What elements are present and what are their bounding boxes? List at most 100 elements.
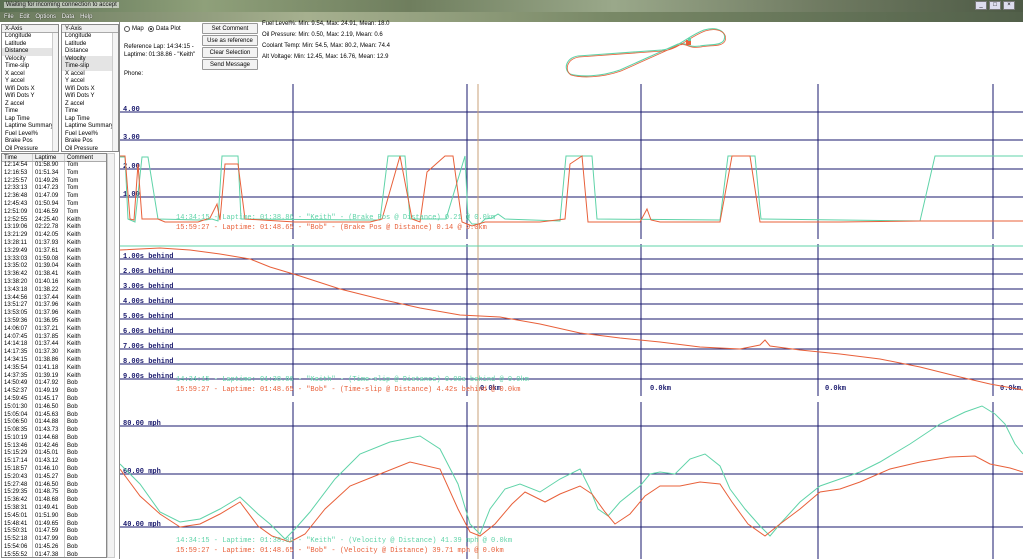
x-axis-item[interactable]: Wifi Dots X — [2, 86, 58, 94]
lap-row[interactable]: 15:01:30 01:46.50 Bob — [2, 403, 106, 412]
lap-row[interactable]: 15:08:35 01:43.73 Bob — [2, 427, 106, 435]
x-axis-item[interactable]: Lap Time — [2, 116, 58, 124]
clear-selection-button[interactable]: Clear Selection — [202, 47, 258, 58]
data-plot-area[interactable]: 4.003.002.001.001.00s behind2.00s behind… — [120, 84, 1023, 559]
y-axis-item[interactable]: Oil Pressure — [62, 146, 118, 152]
menu-help[interactable]: Help — [80, 12, 92, 22]
x-axis-item[interactable]: Wifi Dots Y — [2, 93, 58, 101]
x-axis-item[interactable]: Longitude — [2, 33, 58, 41]
lap-row[interactable]: 13:19:06 02:22.78 Keith — [2, 224, 106, 233]
lap-row[interactable]: 15:48:41 01:49.65 Bob — [2, 520, 106, 529]
lap-row[interactable]: 15:55:52 01:47.38 Bob — [2, 551, 106, 557]
menu-options[interactable]: Options — [35, 12, 56, 22]
lap-row[interactable]: 15:29:35 01:48.75 Bob — [2, 489, 106, 498]
x-axis-item[interactable]: Brake Pos — [2, 138, 58, 146]
minimize-button[interactable]: _ — [975, 1, 987, 10]
x-axis-scrollbar[interactable] — [52, 33, 58, 151]
lap-row[interactable]: 12:52:55 24:25.40 Keith — [2, 216, 106, 225]
lap-row[interactable]: 12:33:13 01:47.23 Tom — [2, 185, 106, 194]
lap-row[interactable]: 13:38:20 01:40.16 Keith — [2, 278, 106, 287]
lap-row[interactable]: 13:33:03 01:59.08 Keith — [2, 255, 106, 264]
y-axis-item[interactable]: Time — [62, 108, 118, 116]
lap-row[interactable]: 13:35:02 01:39.04 Keith — [2, 263, 106, 272]
y-axis-item[interactable]: Y accel — [62, 78, 118, 86]
track-map[interactable] — [560, 24, 730, 80]
plot-panel-2[interactable] — [120, 244, 1023, 396]
lap-row[interactable]: 15:45:01 01:51.90 Bob — [2, 512, 106, 521]
y-axis-item[interactable]: Wifi Dots X — [62, 86, 118, 94]
lap-row[interactable]: 13:59:36 01:36.95 Keith — [2, 317, 106, 326]
maximize-button[interactable]: □ — [989, 1, 1001, 10]
lap-row[interactable]: 14:52:37 01:49.19 Bob — [2, 388, 106, 396]
send-message-button[interactable]: Send Message — [202, 59, 258, 70]
y-axis-item[interactable]: Wifi Dots Y — [62, 93, 118, 101]
lap-row[interactable]: 15:54:06 01:45.26 Bob — [2, 544, 106, 552]
x-axis-list[interactable]: X-Axis Longitude Latitude Distance Velocity… — [1, 24, 59, 152]
lap-row[interactable]: 14:35:54 01:41.18 Keith — [2, 364, 106, 373]
col-time[interactable]: Time — [2, 154, 32, 161]
lap-row[interactable]: 13:51:27 01:37.96 Keith — [2, 302, 106, 311]
lap-row[interactable]: 15:13:46 01:42.46 Bob — [2, 442, 106, 451]
lap-table-scrollbar[interactable] — [107, 153, 115, 558]
lap-row[interactable]: 13:44:56 01:37.44 Keith — [2, 294, 106, 303]
y-axis-item[interactable]: X accel — [62, 71, 118, 79]
lap-row[interactable]: 15:05:04 01:45.63 Bob — [2, 411, 106, 420]
lap-row[interactable]: 15:38:31 01:49.41 Bob — [2, 505, 106, 513]
y-axis-item[interactable]: Latitude — [62, 41, 118, 49]
set-comment-button[interactable]: Set Comment — [202, 23, 258, 34]
y-axis-item[interactable]: Velocity — [62, 55, 118, 63]
menu-data[interactable]: Data — [62, 12, 75, 22]
lap-row[interactable]: 14:17:35 01:37.30 Keith — [2, 349, 106, 357]
lap-table[interactable]: Time Laptime Comment 12:14:54 01:58.90 Tom… — [1, 153, 107, 558]
x-axis-item[interactable]: X accel — [2, 71, 58, 79]
lap-row[interactable]: 15:15:29 01:45.01 Bob — [2, 450, 106, 459]
x-axis-item[interactable]: Z accel — [2, 101, 58, 109]
lap-row[interactable]: 14:07:45 01:37.85 Keith — [2, 333, 106, 342]
y-axis-list[interactable]: Y-Axis Longitude Latitude Distance Velocity… — [61, 24, 119, 152]
lap-row[interactable]: 13:29:49 01:37.61 Keith — [2, 247, 106, 256]
y-axis-item[interactable]: Distance — [62, 48, 118, 56]
menu-file[interactable]: File — [4, 12, 14, 22]
lap-row[interactable]: 15:10:19 01:44.68 Bob — [2, 434, 106, 443]
use-reference-lap-button[interactable]: Use as reference lap — [202, 35, 258, 54]
lap-row[interactable]: 12:51:09 01:46.59 Tom — [2, 208, 106, 217]
lap-row[interactable]: 15:20:43 01:45.27 Bob — [2, 473, 106, 482]
lap-row[interactable]: 15:06:50 01:44.88 Bob — [2, 419, 106, 428]
x-axis-item[interactable]: Latitude — [2, 41, 58, 49]
menu-edit[interactable]: Edit — [19, 12, 29, 22]
lap-row[interactable]: 12:16:53 01:51.34 Tom — [2, 169, 106, 178]
x-axis-item[interactable]: Y accel — [2, 78, 58, 86]
x-axis-item[interactable]: Fuel Level% — [2, 131, 58, 139]
lap-row[interactable]: 12:45:43 01:50.94 Tom — [2, 200, 106, 209]
lap-row[interactable]: 15:52:18 01:47.99 Bob — [2, 536, 106, 545]
lap-row[interactable]: 13:43:18 01:38.22 Keith — [2, 286, 106, 295]
lap-row[interactable]: 15:17:14 01:43.12 Bob — [2, 458, 106, 467]
x-axis-item[interactable]: Time-slip — [2, 63, 58, 71]
y-axis-item[interactable]: Time-slip — [62, 63, 118, 71]
lap-row[interactable]: 14:06:07 01:37.21 Keith — [2, 325, 106, 334]
y-axis-item[interactable]: Laptime Summary — [62, 123, 118, 131]
col-comment[interactable]: Comment — [64, 154, 106, 161]
y-axis-item[interactable]: Brake Pos — [62, 138, 118, 146]
lap-row[interactable]: 15:50:31 01:47.59 Bob — [2, 528, 106, 537]
lap-row[interactable]: 14:50:49 01:47.92 Bob — [2, 380, 106, 389]
x-axis-item[interactable]: Time — [2, 108, 58, 116]
lap-row[interactable]: 14:37:35 01:39.19 Keith — [2, 372, 106, 381]
y-axis-scrollbar[interactable] — [112, 33, 118, 151]
lap-row[interactable]: 15:36:42 01:48.68 Bob — [2, 497, 106, 506]
y-axis-item[interactable]: Z accel — [62, 101, 118, 109]
x-axis-item[interactable]: Laptime Summary — [2, 123, 58, 131]
y-axis-item[interactable]: Fuel Level% — [62, 131, 118, 139]
close-button[interactable]: × — [1003, 1, 1015, 10]
lap-row[interactable]: 13:36:42 01:38.41 Keith — [2, 271, 106, 279]
lap-row[interactable]: 14:14:18 01:37.44 Keith — [2, 341, 106, 350]
lap-row[interactable]: 13:21:29 01:42.05 Keith — [2, 232, 106, 240]
x-axis-item[interactable]: Distance — [2, 48, 58, 56]
lap-row[interactable]: 12:36:48 01:47.09 Tom — [2, 193, 106, 201]
y-axis-item[interactable]: Lap Time — [62, 116, 118, 124]
lap-row[interactable]: 12:25:57 01:49.26 Tom — [2, 177, 106, 186]
lap-row[interactable]: 14:34:15 01:38.86 Keith — [2, 356, 106, 365]
lap-row[interactable]: 13:53:05 01:37.96 Keith — [2, 310, 106, 318]
map-radio[interactable]: Map — [124, 26, 144, 32]
x-axis-item[interactable]: Oil Pressure — [2, 146, 58, 152]
